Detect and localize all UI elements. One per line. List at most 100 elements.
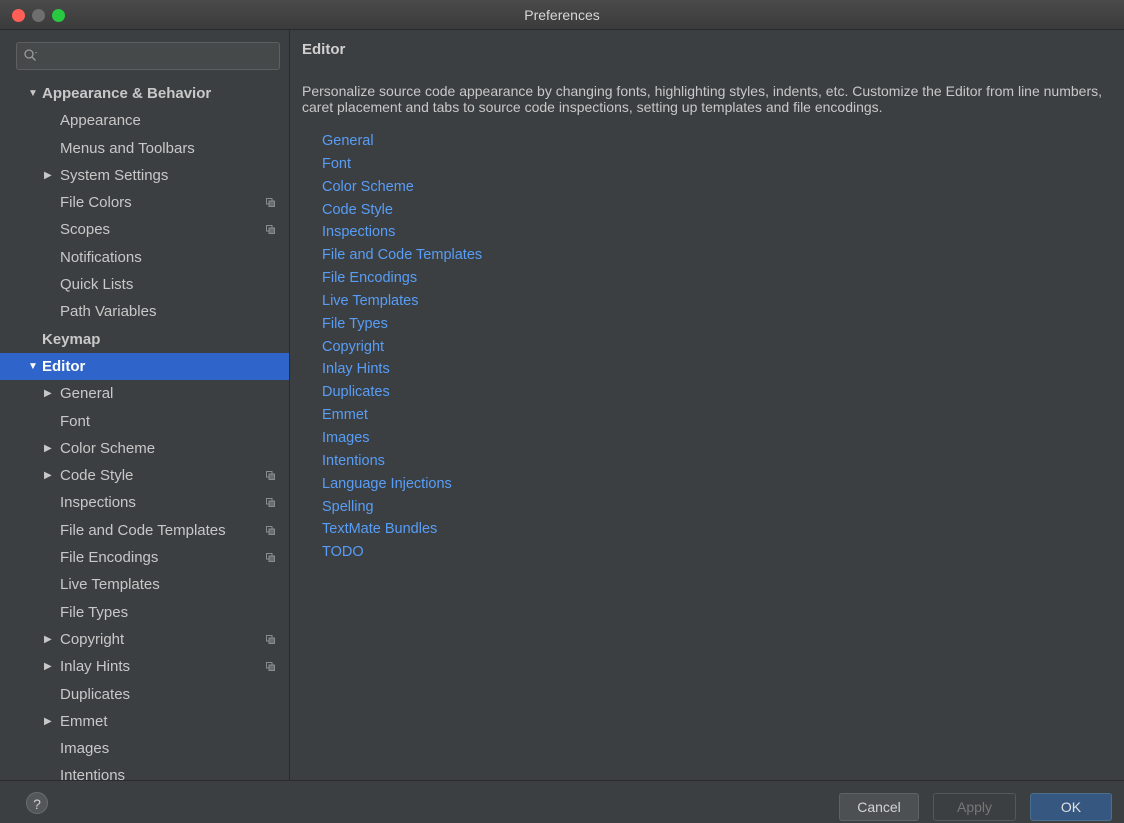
link-spelling[interactable]: Spelling — [322, 496, 482, 519]
link-copyright[interactable]: Copyright — [322, 336, 482, 359]
apply-button[interactable]: Apply — [933, 793, 1016, 821]
project-level-icon — [266, 553, 275, 563]
collapsed-arrow-icon[interactable]: ▶ — [44, 708, 52, 735]
search-box[interactable] — [16, 42, 280, 70]
project-level-icon — [266, 662, 275, 672]
link-general[interactable]: General — [322, 130, 482, 153]
link-code-style[interactable]: Code Style — [322, 199, 482, 222]
sidebar-item-label: Inspections — [60, 494, 136, 512]
project-level-icon — [266, 498, 275, 508]
collapsed-arrow-icon[interactable]: ▶ — [44, 626, 52, 653]
sidebar-item-label: Path Variables — [60, 303, 157, 321]
sidebar-item-label: File Colors — [60, 194, 132, 212]
sidebar-item-quick-lists[interactable]: Quick Lists — [0, 271, 289, 298]
sidebar-item-intentions[interactable]: Intentions — [0, 762, 289, 780]
sidebar-item-file-encodings[interactable]: File Encodings — [0, 544, 289, 571]
link-file-encodings[interactable]: File Encodings — [322, 267, 482, 290]
link-images[interactable]: Images — [322, 427, 482, 450]
sidebar-item-font[interactable]: Font — [0, 408, 289, 435]
sidebar-item-images[interactable]: Images — [0, 735, 289, 762]
collapsed-arrow-icon[interactable]: ▶ — [44, 435, 52, 462]
sidebar-item-label: Images — [60, 740, 110, 758]
sidebar-item-label: System Settings — [60, 166, 169, 184]
link-file-types[interactable]: File Types — [322, 313, 482, 336]
link-duplicates[interactable]: Duplicates — [322, 381, 482, 404]
search-input[interactable] — [43, 46, 277, 68]
link-intentions[interactable]: Intentions — [322, 450, 482, 473]
title-bar: Preferences — [0, 0, 1124, 30]
sidebar-item-file-colors[interactable]: File Colors — [0, 189, 289, 216]
sidebar-item-label: Scopes — [60, 221, 111, 239]
sidebar-item-label: Duplicates — [60, 685, 131, 703]
collapsed-arrow-icon[interactable]: ▶ — [44, 162, 52, 189]
sidebar-item-label: Keymap — [42, 330, 101, 348]
sidebar-item-label: Emmet — [60, 712, 108, 730]
sidebar-item-system-settings[interactable]: ▶ System Settings — [0, 162, 289, 189]
sidebar-item-live-templates[interactable]: Live Templates — [0, 571, 289, 598]
link-font[interactable]: Font — [322, 153, 482, 176]
sidebar-item-label: Appearance — [60, 112, 141, 130]
sidebar-item-code-style[interactable]: ▶ Code Style — [0, 462, 289, 489]
sidebar-item-label: Code Style — [60, 467, 134, 485]
link-emmet[interactable]: Emmet — [322, 404, 482, 427]
subsection-links: General Font Color Scheme Code Style Inspect… — [322, 130, 482, 564]
link-todo[interactable]: TODO — [322, 541, 482, 564]
page-title: Editor — [302, 41, 346, 58]
cancel-button[interactable]: Cancel — [839, 793, 919, 821]
expanded-arrow-icon[interactable]: ▼ — [28, 353, 38, 380]
collapsed-arrow-icon[interactable]: ▶ — [44, 653, 52, 680]
link-inspections[interactable]: Inspections — [322, 221, 482, 244]
sidebar-item-file-and-code-templates[interactable]: File and Code Templates — [0, 517, 289, 544]
project-level-icon — [266, 225, 275, 235]
sidebar-item-general[interactable]: ▶ General — [0, 380, 289, 407]
project-level-icon — [266, 198, 275, 208]
sidebar-item-label: File Types — [60, 603, 129, 621]
collapsed-arrow-icon[interactable]: ▶ — [44, 380, 52, 407]
sidebar-item-inspections[interactable]: Inspections — [0, 489, 289, 516]
sidebar-item-label: General — [60, 385, 114, 403]
sidebar-item-label: Appearance & Behavior — [42, 85, 212, 102]
ok-button[interactable]: OK — [1030, 793, 1112, 821]
sidebar-item-label: File Encodings — [60, 549, 159, 567]
sidebar-item-label: Color Scheme — [60, 439, 156, 457]
sidebar-item-appearance[interactable]: Appearance — [0, 107, 289, 134]
sidebar-item-label: Font — [60, 412, 91, 430]
sidebar-item-file-types[interactable]: File Types — [0, 599, 289, 626]
sidebar-item-label: Intentions — [60, 767, 126, 780]
link-textmate-bundles[interactable]: TextMate Bundles — [322, 518, 482, 541]
link-language-injections[interactable]: Language Injections — [322, 473, 482, 496]
project-level-icon — [266, 634, 275, 644]
sidebar-item-keymap[interactable]: Keymap — [0, 326, 289, 353]
sidebar-item-label: File and Code Templates — [60, 521, 226, 539]
sidebar-item-editor[interactable]: ▼ Editor — [0, 352, 289, 381]
expanded-arrow-icon[interactable]: ▼ — [28, 80, 38, 107]
link-color-scheme[interactable]: Color Scheme — [322, 176, 482, 199]
project-level-icon — [266, 525, 275, 535]
collapsed-arrow-icon[interactable]: ▶ — [44, 462, 52, 489]
settings-tree: ▼ Appearance & Behavior Appearance Menus an… — [0, 80, 289, 780]
sidebar-item-emmet[interactable]: ▶ Emmet — [0, 708, 289, 735]
sidebar-item-duplicates[interactable]: Duplicates — [0, 681, 289, 708]
sidebar-item-inlay-hints[interactable]: ▶ Inlay Hints — [0, 653, 289, 680]
help-button[interactable]: ? — [26, 792, 48, 814]
sidebar-item-label: Notifications — [60, 248, 142, 266]
sidebar-item-scopes[interactable]: Scopes — [0, 216, 289, 243]
sidebar-item-color-scheme[interactable]: ▶ Color Scheme — [0, 435, 289, 462]
link-file-and-code-templates[interactable]: File and Code Templates — [322, 244, 482, 267]
sidebar-item-label: Inlay Hints — [60, 658, 131, 676]
sidebar-item-path-variables[interactable]: Path Variables — [0, 298, 289, 325]
sidebar-item-label: Editor — [42, 357, 86, 375]
link-live-templates[interactable]: Live Templates — [322, 290, 482, 313]
sidebar-item-appearance-behavior[interactable]: ▼ Appearance & Behavior — [0, 80, 289, 107]
project-level-icon — [266, 471, 275, 481]
sidebar-item-menus-and-toolbars[interactable]: Menus and Toolbars — [0, 135, 289, 162]
link-inlay-hints[interactable]: Inlay Hints — [322, 358, 482, 381]
page-description: Personalize source code appearance by ch… — [302, 83, 1102, 115]
dialog-footer: ? Cancel Apply OK — [0, 780, 1124, 823]
editor-settings-panel: Editor Personalize source code appearanc… — [290, 30, 1124, 780]
sidebar-item-copyright[interactable]: ▶ Copyright — [0, 626, 289, 653]
sidebar-item-notifications[interactable]: Notifications — [0, 244, 289, 271]
sidebar-item-label: Menus and Toolbars — [60, 139, 195, 157]
settings-sidebar: ▼ Appearance & Behavior Appearance Menus an… — [0, 30, 290, 780]
search-icon — [24, 49, 37, 61]
